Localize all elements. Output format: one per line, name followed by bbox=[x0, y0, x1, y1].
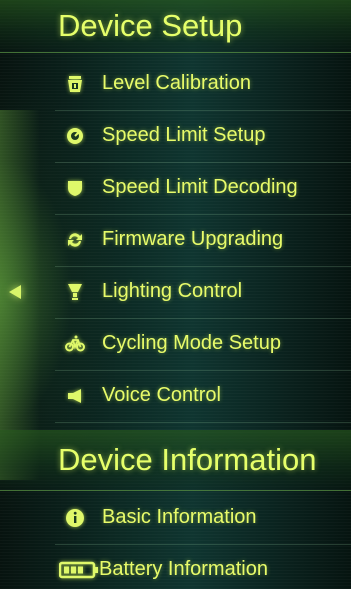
menu-item-cycling-mode-setup[interactable]: Cycling Mode Setup bbox=[55, 318, 351, 371]
shield-icon bbox=[65, 178, 85, 198]
menu-item-lighting-control[interactable]: Lighting Control bbox=[55, 266, 351, 319]
menu-item-label: Voice Control bbox=[102, 384, 221, 406]
battery-icon bbox=[59, 560, 99, 580]
menu-item-speed-limit-decoding[interactable]: Speed Limit Decoding bbox=[55, 162, 351, 215]
menu-item-basic-information[interactable]: Basic Information bbox=[55, 492, 351, 545]
menu-item-label: Speed Limit Setup bbox=[102, 124, 266, 146]
section-header-device-setup: Device Setup bbox=[0, 0, 351, 53]
section-header-device-information: Device Information bbox=[0, 430, 351, 491]
menu-item-speed-limit-setup[interactable]: Speed Limit Setup bbox=[55, 110, 351, 163]
refresh-icon bbox=[65, 230, 85, 250]
menu-item-label: Cycling Mode Setup bbox=[102, 332, 281, 354]
bicycle-icon bbox=[65, 334, 85, 354]
info-icon bbox=[65, 508, 85, 528]
megaphone-icon bbox=[65, 386, 85, 406]
menu-item-label: Speed Limit Decoding bbox=[102, 176, 298, 198]
menu-item-label: Firmware Upgrading bbox=[102, 228, 284, 250]
menu-item-voice-control[interactable]: Voice Control bbox=[55, 370, 351, 423]
menu-item-level-calibration[interactable]: Level Calibration bbox=[55, 58, 351, 111]
section-title: Device Setup bbox=[58, 8, 243, 43]
menu-item-firmware-upgrading[interactable]: Firmware Upgrading bbox=[55, 214, 351, 267]
menu-item-label: Battery Information bbox=[99, 558, 268, 580]
menu-screen: Device Setup Level Calibration Speed Lim… bbox=[0, 0, 351, 589]
menu-item-label: Lighting Control bbox=[102, 280, 243, 302]
menu-item-label: Level Calibration bbox=[102, 72, 251, 94]
level-calibration-icon bbox=[65, 74, 85, 94]
back-arrow-icon[interactable] bbox=[9, 285, 21, 299]
speed-limit-icon bbox=[65, 126, 85, 146]
lamp-icon bbox=[65, 282, 85, 302]
menu-item-battery-information[interactable]: Battery Information bbox=[55, 544, 351, 589]
section-title: Device Information bbox=[58, 442, 317, 477]
menu-item-label: Basic Information bbox=[102, 506, 257, 528]
